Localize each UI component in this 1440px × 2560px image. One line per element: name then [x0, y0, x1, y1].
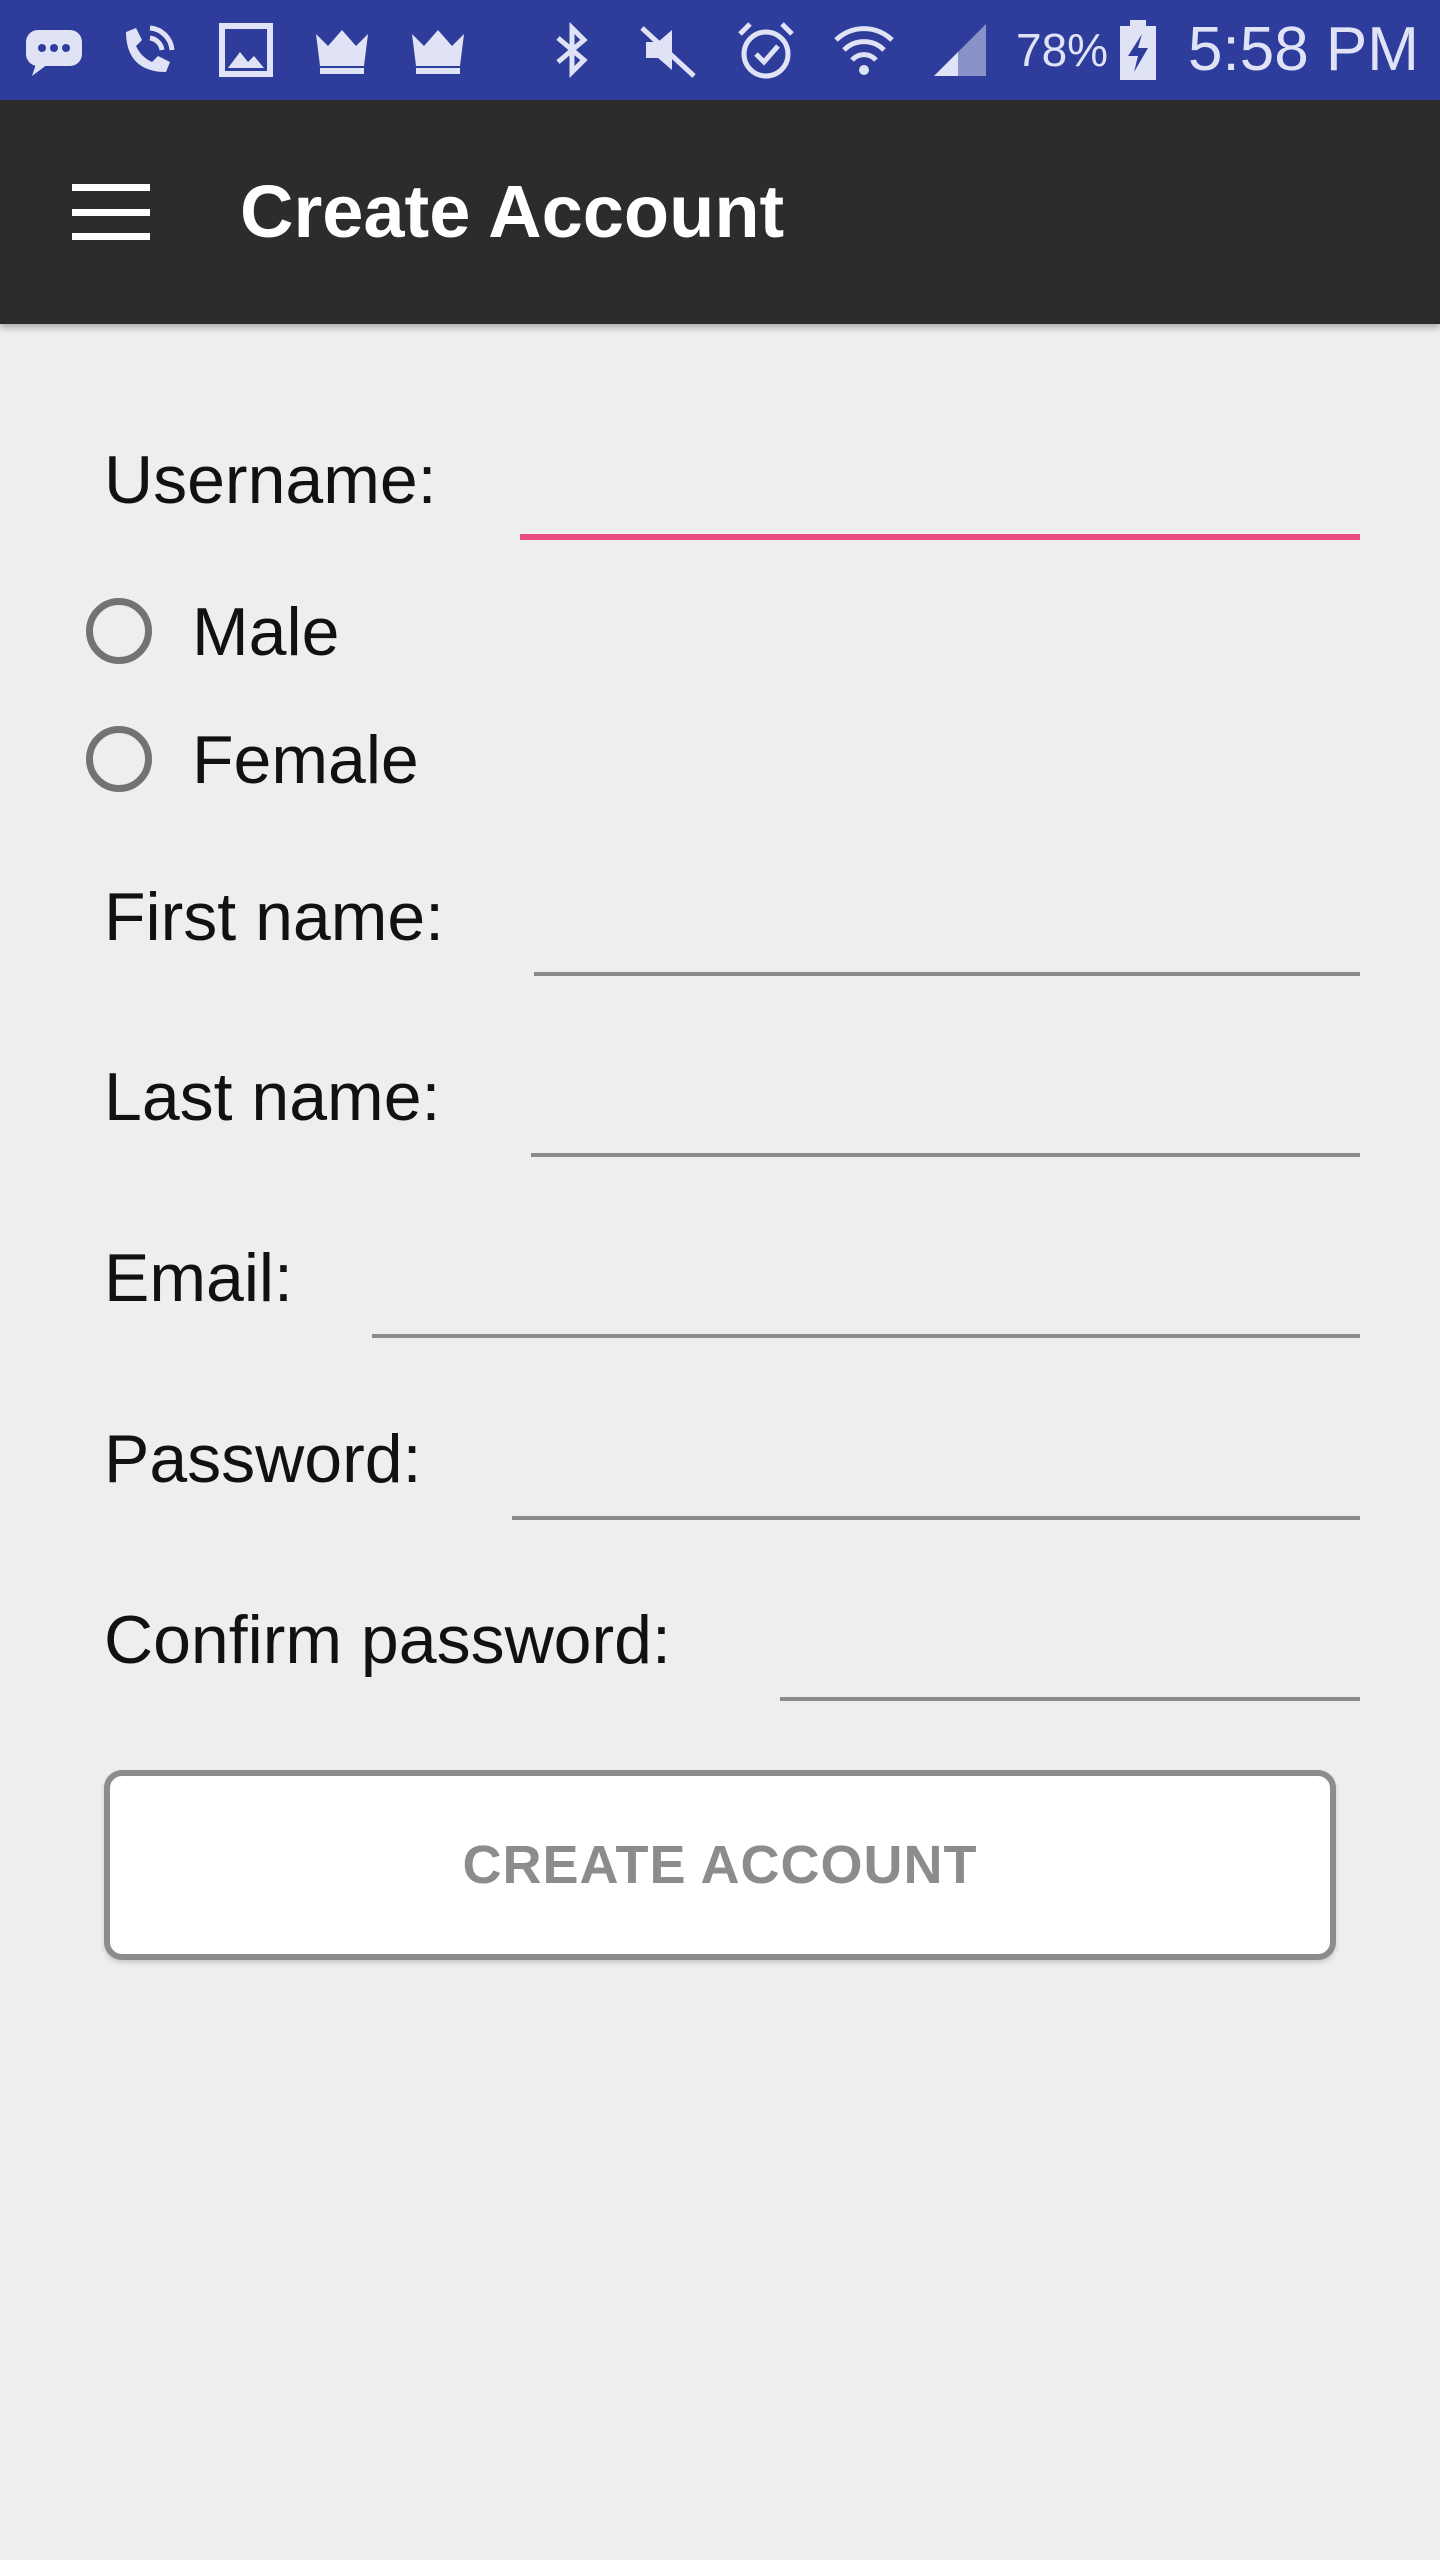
email-input[interactable] [372, 1258, 1360, 1338]
signal-icon [934, 24, 986, 76]
message-icon [26, 30, 82, 76]
create-account-button[interactable]: CREATE ACCOUNT [104, 1770, 1336, 1960]
clock: 5:58 PM [1188, 15, 1419, 84]
crown-icon [412, 30, 464, 74]
mute-icon [640, 26, 696, 78]
last-name-label: Last name: [104, 1059, 441, 1135]
create-account-button-label: CREATE ACCOUNT [462, 1835, 978, 1895]
radio-button[interactable] [86, 726, 152, 792]
radio-label-female: Female [192, 722, 419, 798]
battery-charging-icon [1120, 20, 1156, 80]
username-label: Username: [104, 442, 437, 518]
radio-label-male: Male [192, 594, 340, 670]
image-icon [219, 23, 273, 77]
password-input[interactable] [512, 1440, 1360, 1520]
first-name-label: First name: [104, 879, 445, 955]
wifi-icon [834, 26, 894, 75]
confirm-password-label: Confirm password: [104, 1602, 671, 1678]
alarm-icon [738, 22, 794, 79]
confirm-password-input[interactable] [780, 1621, 1360, 1701]
status-bar: 78% 5:58 PM [0, 0, 1440, 100]
email-label: Email: [104, 1240, 293, 1316]
app-bar: Create Account [0, 100, 1440, 324]
password-label: Password: [104, 1421, 422, 1497]
radio-button[interactable] [86, 598, 152, 664]
wifi-calling-icon [126, 25, 175, 72]
page-title: Create Account [240, 170, 785, 253]
username-input[interactable] [520, 460, 1360, 540]
first-name-input[interactable] [534, 896, 1360, 976]
last-name-input[interactable] [531, 1077, 1360, 1157]
crown-icon [316, 30, 368, 74]
bluetooth-icon [556, 21, 588, 79]
hamburger-menu-icon[interactable] [72, 184, 150, 240]
battery-percent: 78% [1016, 24, 1109, 76]
